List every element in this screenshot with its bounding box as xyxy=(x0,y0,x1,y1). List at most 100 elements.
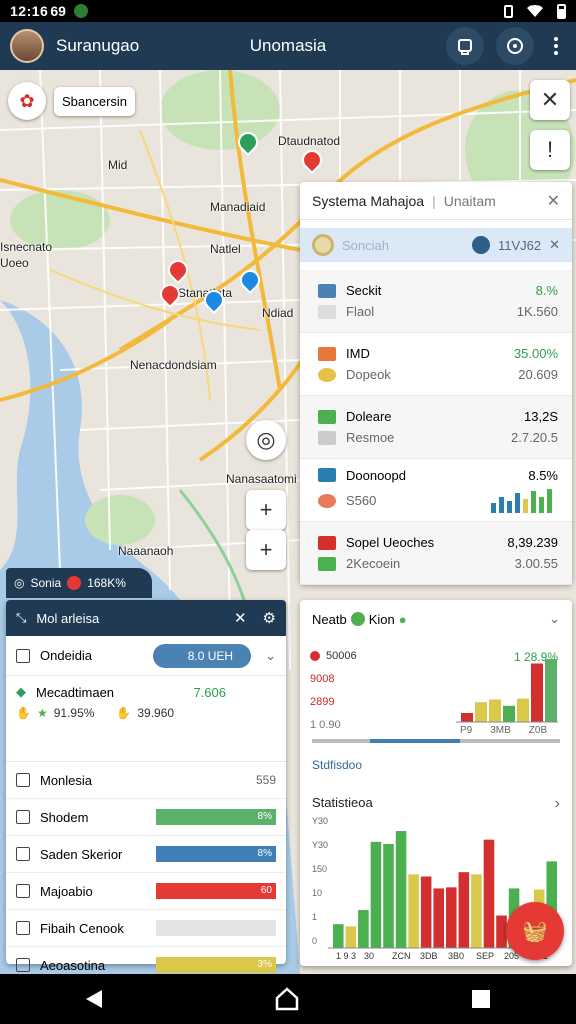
map-locate-button[interactable]: ◎ xyxy=(246,420,286,460)
filter-select-row[interactable]: Ondeidia 8.0 UEH ⌄ xyxy=(6,636,286,676)
row-sub-icon xyxy=(318,304,336,319)
row-sub-icon xyxy=(318,493,336,508)
appbar-tools xyxy=(446,27,566,65)
summary-close-button[interactable]: ✕ xyxy=(547,191,560,211)
filter-header-icons: ✕ ⚙ xyxy=(234,609,276,627)
map-alert-button[interactable]: ! xyxy=(530,130,570,170)
select-value[interactable]: 8.0 UEH xyxy=(153,643,252,668)
range-fill[interactable] xyxy=(370,739,460,743)
filter-row[interactable]: Shodem 8% xyxy=(6,799,286,836)
axis-tick: 3MB xyxy=(490,725,511,736)
status-carrier: 69 xyxy=(50,3,66,19)
chart-bar xyxy=(503,705,515,722)
filter-row-label: Fibaih Cenook xyxy=(40,920,124,936)
y-tick-label: 1 xyxy=(312,912,317,922)
select-label: Ondeidia xyxy=(40,648,93,663)
summary-row[interactable]: Doleare 13,2S Resmoe 2.7.20.5 xyxy=(300,396,572,459)
row-icon xyxy=(318,283,336,298)
zoom-in-button[interactable]: + xyxy=(246,490,286,530)
row-sub: Flaol xyxy=(346,304,375,319)
progress-bar xyxy=(156,920,276,936)
recents-icon[interactable] xyxy=(472,990,490,1008)
stats-link[interactable]: Stdfisdoo xyxy=(312,758,362,772)
map-close-button[interactable]: ✕ xyxy=(530,80,570,120)
home-icon[interactable] xyxy=(274,987,300,1011)
row-value: 8.% xyxy=(535,283,558,298)
stats-section-title: Statistieoa xyxy=(312,795,373,810)
zoom-out-button[interactable]: + xyxy=(246,530,286,570)
chevron-down-icon[interactable]: ⌄ xyxy=(549,611,560,627)
summary-row[interactable]: Seckit 8.% Flaol 1K.560 xyxy=(300,270,572,333)
expand-icon[interactable]: ⤡ xyxy=(16,610,26,626)
wifi-icon xyxy=(527,5,543,17)
system-nav-bar xyxy=(0,974,576,1024)
share-button[interactable] xyxy=(446,27,484,65)
axis-tick: P9 xyxy=(460,725,473,736)
chart-bar xyxy=(489,699,501,722)
progress-bar: 8% xyxy=(156,846,276,862)
battery-icon xyxy=(557,3,566,19)
row-icon xyxy=(16,810,30,824)
basket-fab-button[interactable]: 🧺 xyxy=(506,902,564,960)
progress-text: 8% xyxy=(257,811,272,822)
x-tick-label: SEP xyxy=(476,951,494,961)
map-label: Isnecnato xyxy=(0,240,53,254)
chevron-down-icon[interactable]: ⌄ xyxy=(265,648,276,664)
more-menu-button[interactable] xyxy=(546,37,566,55)
metric-b1: 91.95% xyxy=(53,706,95,720)
filter-tab[interactable]: ◎ Sonia 168K% xyxy=(6,568,152,598)
filter-row-label: Shodem xyxy=(40,809,89,825)
location-button[interactable] xyxy=(496,27,534,65)
chart-bar xyxy=(345,926,357,948)
progress-bar: 3% xyxy=(156,957,276,973)
chevron-right-icon[interactable]: › xyxy=(555,795,560,813)
app-bar: Suranugao Unomasia xyxy=(0,22,576,70)
stats-header: Neatb Kion ● ⌄ xyxy=(300,600,572,638)
row-sub-icon xyxy=(318,556,336,571)
chart-bar xyxy=(333,924,344,948)
selector-right: 11VJ62 ✕ xyxy=(471,236,560,254)
filter-row-label: Saden Skerior xyxy=(40,846,123,862)
filter-row-value: 559 xyxy=(255,773,276,787)
row-value2: 20.609 xyxy=(518,367,558,382)
filter-row-label: Aeoasotina xyxy=(40,957,106,973)
app-title: Suranugao xyxy=(56,36,140,55)
row-name: Doleare xyxy=(346,409,392,424)
summary-row[interactable]: Sopel Ueoches 8,39.239 2Kecoein 3.00.55 xyxy=(300,522,572,585)
chart-bar xyxy=(433,888,444,948)
app-screen: 12:16 69 Suranugao Unomasia Dtaudnatod M… xyxy=(0,0,576,1024)
avatar[interactable] xyxy=(10,29,44,63)
map-label: Natlel xyxy=(210,242,241,256)
filter-title: Mol arleisa xyxy=(36,610,100,626)
summary-selector[interactable]: Sonciah 11VJ62 ✕ xyxy=(300,228,572,262)
summary-row[interactable]: IMD 35.00% Dopeok 20.609 xyxy=(300,333,572,396)
tab-label: Sonia xyxy=(30,576,62,590)
close-icon[interactable]: ✕ xyxy=(234,609,247,627)
leaf-icon xyxy=(350,612,365,626)
filter-row[interactable]: Fibaih Cenook xyxy=(6,910,286,947)
tab-badge-icon xyxy=(67,576,82,590)
metric-b2: 39.960 xyxy=(137,706,175,720)
vibrate-icon xyxy=(504,4,513,18)
progress-text: 60 xyxy=(260,885,272,896)
map-label: Dtaudnatod xyxy=(278,134,341,148)
stats-title2: Kion xyxy=(368,611,395,627)
filter-row[interactable]: Saden Skerior 8% xyxy=(6,836,286,873)
map-label: Manadiaid xyxy=(210,200,266,214)
summary-title: Systema Mahajoa xyxy=(312,192,425,209)
summary-row[interactable]: Doonoopd 8.5% S560 xyxy=(300,459,572,522)
row-name: Sopel Ueoches xyxy=(346,535,435,550)
map-label: Nanasaatomi xyxy=(226,472,297,486)
row-icon xyxy=(16,773,30,787)
map-search-chip[interactable]: ✿ Sbancersin xyxy=(8,82,136,120)
selector-clear-icon[interactable]: ✕ xyxy=(549,237,560,253)
back-icon[interactable] xyxy=(86,990,102,1008)
settings-icon[interactable]: ⚙ xyxy=(263,609,276,627)
filter-row[interactable]: Majoabio 60 xyxy=(6,873,286,910)
row-value: 13,2S xyxy=(524,409,558,424)
kebab-dot xyxy=(554,44,558,48)
filter-row-label: Majoabio xyxy=(40,883,93,899)
chart-bar xyxy=(370,841,382,948)
summary-header: Systema Mahajoa | Unaitam ✕ xyxy=(300,182,572,220)
filter-row[interactable]: Monlesia 559 xyxy=(6,762,286,799)
